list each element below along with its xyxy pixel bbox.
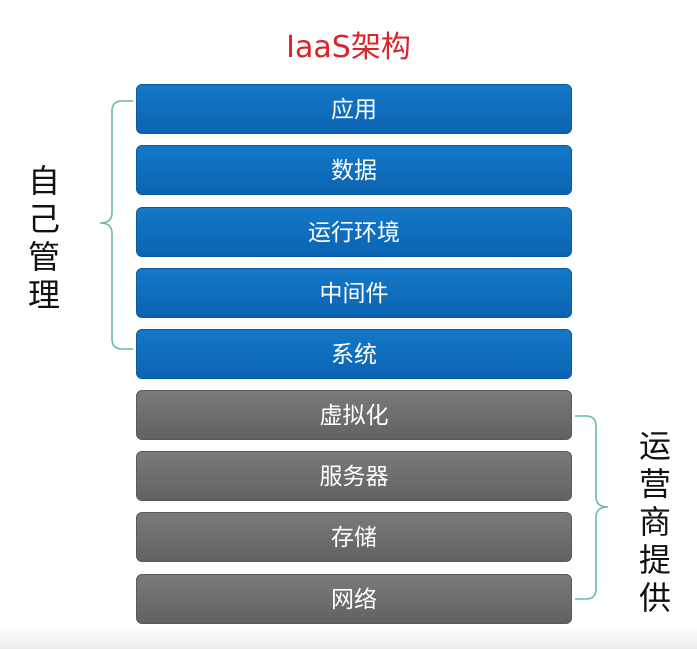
layer-virtualization: 虚拟化 (136, 390, 572, 440)
layer-data: 数据 (136, 145, 572, 195)
layer-storage: 存储 (136, 512, 572, 562)
layer-middleware: 中间件 (136, 268, 572, 318)
provider-managed-label: 运营商提供 (638, 427, 671, 617)
layer-runtime: 运行环境 (136, 207, 572, 257)
layer-servers: 服务器 (136, 451, 572, 501)
self-managed-label: 自己管理 (27, 162, 60, 314)
right-bracket (575, 415, 609, 600)
left-bracket (99, 100, 133, 350)
bottom-bar (0, 627, 697, 649)
layer-network: 网络 (136, 574, 572, 624)
layer-application: 应用 (136, 84, 572, 134)
layer-os: 系统 (136, 329, 572, 379)
